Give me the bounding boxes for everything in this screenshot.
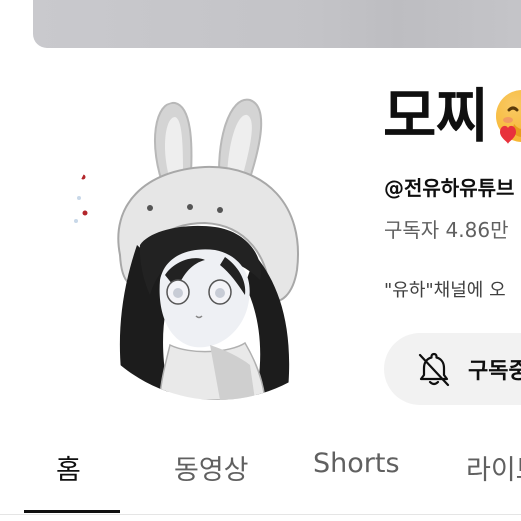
subscriber-count: 구독자 4.86만 — [384, 218, 509, 242]
channel-avatar[interactable] — [65, 95, 370, 400]
active-tab-indicator — [24, 510, 120, 513]
subscribed-button-label: 구독중 — [468, 359, 521, 384]
tab-shorts[interactable]: Shorts — [313, 448, 400, 479]
channel-description[interactable]: "유하"채널에 오 — [384, 276, 506, 302]
channel-title: 모찌 — [383, 80, 521, 152]
channel-banner[interactable] — [33, 0, 521, 48]
bell-off-icon — [418, 352, 450, 387]
face-with-hand-over-mouth-emoji-icon — [492, 86, 521, 146]
channel-handle[interactable]: @전유하유튜브 — [384, 172, 514, 201]
tab-home[interactable]: 홈 — [56, 448, 81, 487]
subscribed-button[interactable]: 구독중 — [384, 333, 521, 405]
channel-page: 모찌 @전유하유튜브 구독자 4.86만 "유하"채널에 오 구독중 홈 동영상… — [0, 0, 521, 521]
channel-name-text: 모찌 — [383, 82, 489, 150]
tab-live[interactable]: 라이브 — [466, 448, 521, 487]
tabs-divider — [0, 514, 521, 515]
tab-videos[interactable]: 동영상 — [174, 448, 249, 487]
channel-tabs: 홈 동영상 Shorts 라이브 — [0, 430, 521, 516]
